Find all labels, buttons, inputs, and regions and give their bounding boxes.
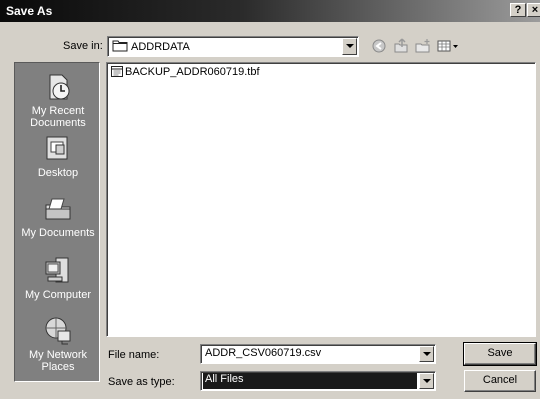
views-menu-icon[interactable] <box>436 38 462 54</box>
file-icon <box>111 66 123 77</box>
cancel-button[interactable]: Cancel <box>464 370 536 392</box>
new-folder-icon[interactable] <box>414 38 432 54</box>
desktop-icon <box>46 136 68 160</box>
title-bar: Save As ? × <box>0 0 540 22</box>
my-computer-icon <box>45 257 69 283</box>
place-label-network: My Network Places <box>28 349 88 373</box>
place-my-computer[interactable]: My Computer <box>15 255 101 301</box>
network-places-icon <box>45 317 71 345</box>
filetype-dropdown[interactable]: All Files <box>200 371 436 391</box>
up-folder-icon[interactable] <box>392 38 410 54</box>
save-in-dropdown[interactable]: ADDRDATA <box>107 36 359 57</box>
filetype-value: All Files <box>203 373 417 389</box>
chevron-down-icon <box>423 352 431 356</box>
folder-icon <box>112 40 128 52</box>
save-in-dropdown-button[interactable] <box>342 38 357 55</box>
chevron-down-icon <box>346 44 354 48</box>
filename-value: ADDR_CSV060719.csv <box>205 347 322 359</box>
filetype-label: Save as type: <box>108 376 175 388</box>
file-name: BACKUP_ADDR060719.tbf <box>125 66 260 78</box>
filename-dropdown-button[interactable] <box>419 346 434 362</box>
filename-label: File name: <box>108 349 160 361</box>
save-in-value-wrap: ADDRDATA <box>112 39 190 53</box>
help-button[interactable]: ? <box>510 3 526 17</box>
place-desktop[interactable]: Desktop <box>15 133 101 179</box>
place-label-desktop: Desktop <box>37 167 79 179</box>
places-bar: My Recent Documents Desktop My Documents… <box>14 62 100 382</box>
place-my-documents[interactable]: My Documents <box>15 193 101 239</box>
place-my-network[interactable]: My Network Places <box>15 315 101 373</box>
file-list[interactable]: BACKUP_ADDR060719.tbf <box>106 62 536 337</box>
chevron-down-icon <box>423 379 431 383</box>
filename-input[interactable]: ADDR_CSV060719.csv <box>200 344 436 364</box>
place-label-my-computer: My Computer <box>24 289 92 301</box>
recent-documents-icon <box>49 74 70 100</box>
my-documents-icon <box>45 198 71 220</box>
place-label-my-documents: My Documents <box>21 227 95 239</box>
save-button[interactable]: Save <box>463 342 537 366</box>
save-in-label: Save in: <box>63 40 103 52</box>
list-item[interactable]: BACKUP_ADDR060719.tbf <box>111 66 260 78</box>
save-in-value: ADDRDATA <box>131 41 190 53</box>
back-icon[interactable] <box>370 38 388 54</box>
place-recent-documents[interactable]: My Recent Documents <box>15 71 101 129</box>
filetype-dropdown-button[interactable] <box>419 373 434 389</box>
window-title: Save As <box>6 4 53 18</box>
close-button[interactable]: × <box>527 3 540 17</box>
place-label-recent: My Recent Documents <box>30 105 86 129</box>
